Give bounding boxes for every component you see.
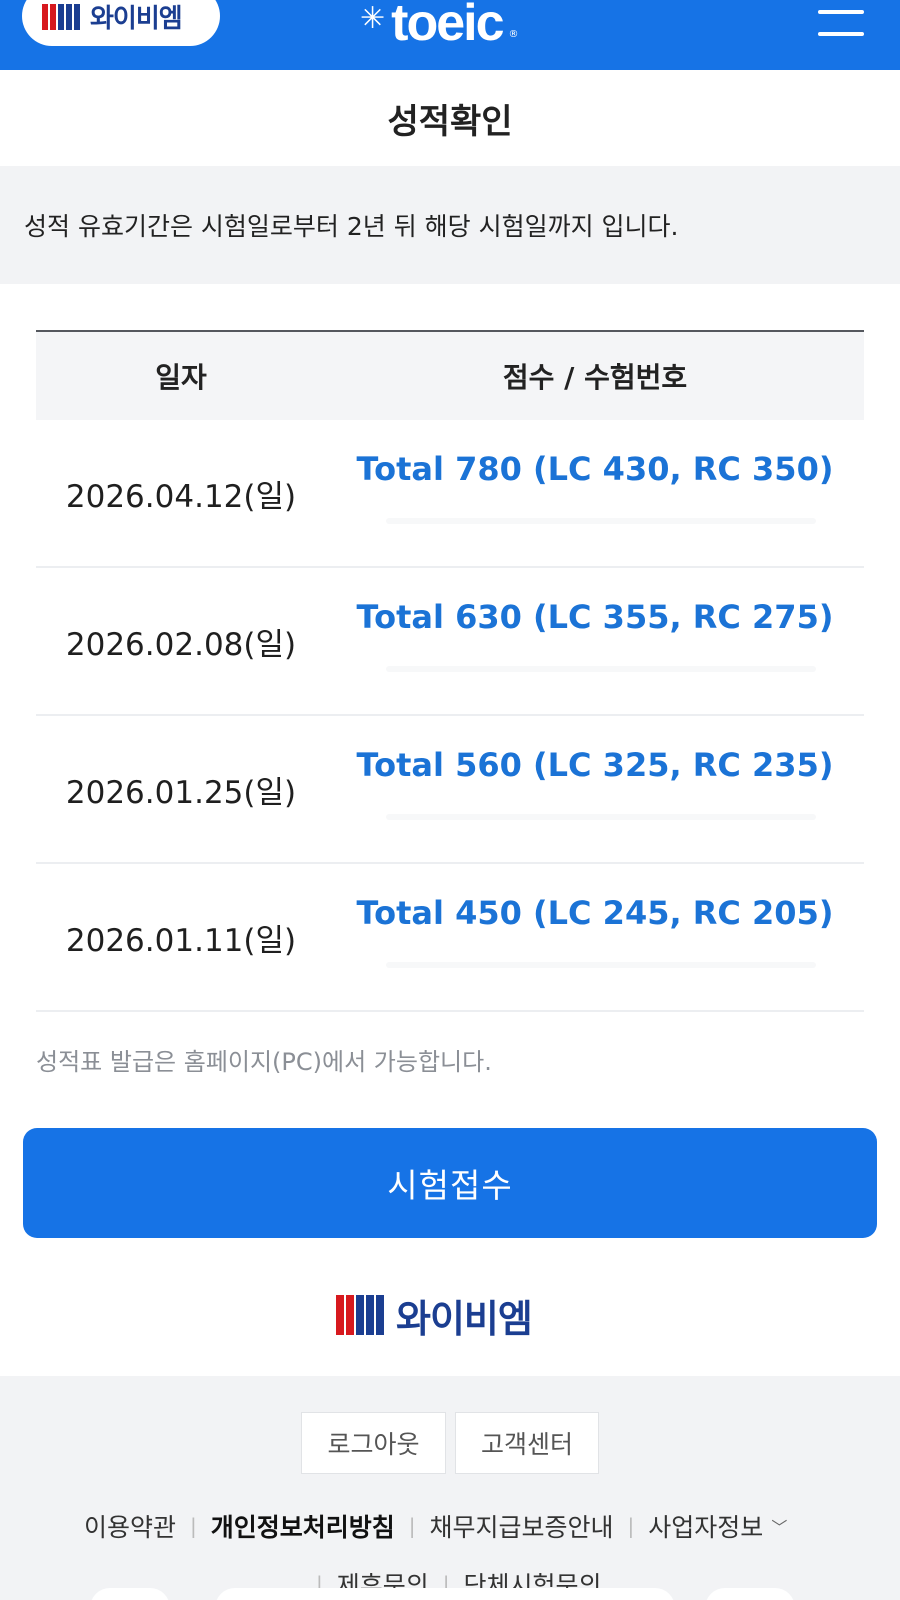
certificate-note: 성적표 발급은 홈페이지(PC)에서 가능합니다.	[36, 1048, 492, 1076]
redacted-exam-number	[386, 814, 816, 820]
floating-button-fragment	[90, 1588, 170, 1600]
row-date: 2026.02.08(일)	[65, 626, 297, 663]
column-score: 점수 / 수험번호	[502, 361, 688, 394]
floating-bar-fragment	[215, 1588, 675, 1600]
row-date: 2026.01.25(일)	[65, 774, 297, 811]
payment-guarantee-link[interactable]: 채무지급보증안내	[430, 1508, 614, 1544]
redacted-exam-number	[386, 666, 816, 672]
privacy-policy-link[interactable]: 개인정보처리방침	[211, 1508, 395, 1544]
table-row[interactable]: 2026.02.08(일) Total 630 (LC 355, RC 275)	[36, 568, 864, 716]
table-row[interactable]: 2026.04.12(일) Total 780 (LC 430, RC 350)	[36, 420, 864, 568]
logout-button[interactable]: 로그아웃	[301, 1412, 446, 1474]
business-info-link[interactable]: 사업자정보	[648, 1508, 763, 1544]
column-date: 일자	[155, 361, 207, 394]
toeic-star-icon: ✳	[360, 0, 386, 36]
footer-links: 이용약관 | 개인정보처리방침 | 채무지급보증안내 | 사업자정보 ﹀	[84, 1508, 787, 1544]
row-date: 2026.01.11(일)	[65, 922, 297, 959]
top-header: 와이비엠 ✳ toeic ®	[0, 0, 900, 70]
row-score-link[interactable]: Total 630 (LC 355, RC 275)	[326, 598, 864, 636]
ybm-logo-icon	[336, 1295, 384, 1335]
validity-notice: 성적 유효기간은 시험일로부터 2년 뒤 해당 시험일까지 입니다.	[0, 166, 900, 284]
customer-center-button[interactable]: 고객센터	[455, 1412, 599, 1474]
registered-mark: ®	[508, 29, 519, 40]
score-table: 일자 점수 / 수험번호 2026.04.12(일) Total 780 (LC…	[36, 330, 864, 1012]
row-score-link[interactable]: Total 560 (LC 325, RC 235)	[326, 746, 864, 784]
table-row[interactable]: 2026.01.25(일) Total 560 (LC 325, RC 235)	[36, 716, 864, 864]
redacted-exam-number	[386, 962, 816, 968]
register-exam-button[interactable]: 시험접수	[23, 1128, 877, 1238]
toeic-logo[interactable]: ✳ toeic ®	[360, 0, 519, 58]
divider: |	[190, 1514, 197, 1538]
ybm-logo-icon	[42, 2, 80, 30]
footer: 로그아웃 고객센터 이용약관 | 개인정보처리방침 | 채무지급보증안내 | 사…	[0, 1376, 900, 1600]
table-header: 일자 점수 / 수험번호	[36, 330, 864, 420]
table-row[interactable]: 2026.01.11(일) Total 450 (LC 245, RC 205)	[36, 864, 864, 1012]
bottom-ybm-logo: 와이비엠	[336, 1292, 533, 1341]
row-date: 2026.04.12(일)	[65, 478, 297, 515]
chevron-down-icon[interactable]: ﹀	[771, 1514, 787, 1538]
toeic-logo-text: toeic	[391, 0, 504, 52]
floating-button-fragment	[705, 1588, 795, 1600]
terms-link[interactable]: 이용약관	[84, 1508, 176, 1544]
ybm-logo-text: 와이비엠	[396, 1296, 533, 1341]
divider: |	[627, 1514, 635, 1538]
row-score-link[interactable]: Total 780 (LC 430, RC 350)	[326, 450, 864, 488]
page-title: 성적확인	[387, 101, 513, 142]
hamburger-menu-icon[interactable]	[818, 10, 866, 40]
divider: |	[408, 1514, 416, 1538]
row-score-link[interactable]: Total 450 (LC 245, RC 205)	[326, 894, 864, 932]
ybm-logo-link[interactable]: 와이비엠	[22, 0, 220, 46]
ybm-logo-text: 와이비엠	[90, 3, 183, 34]
redacted-exam-number	[386, 518, 816, 524]
